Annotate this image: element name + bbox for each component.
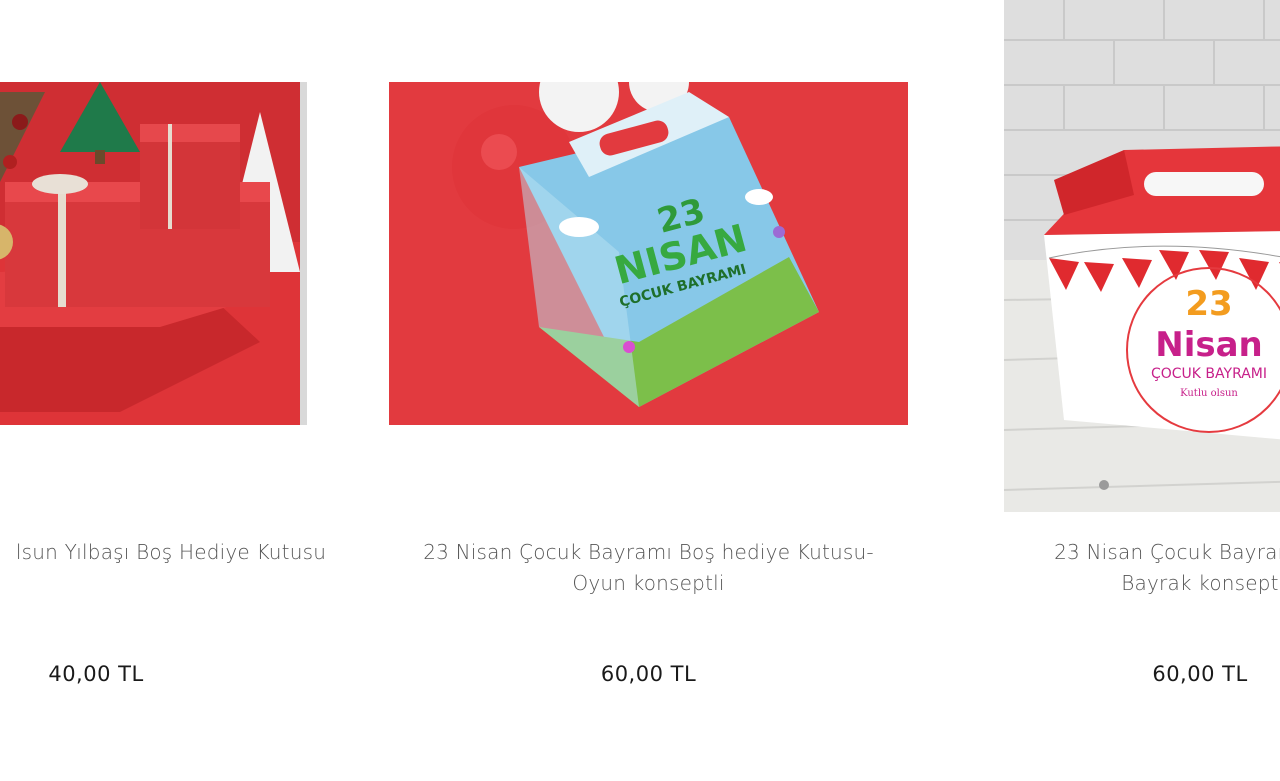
product-image[interactable]: [0, 82, 307, 425]
product-grid: lsun Yılbaşı Boş Hediye Kutusu 40,00 TL: [0, 0, 1280, 781]
box-sub-text: ÇOCUK BAYRAMI: [1151, 366, 1267, 382]
product-title-line[interactable]: 23 Nisan Çocuk Bayramı Boş hediye Kutusu…: [379, 537, 918, 568]
product-title-line[interactable]: Bayrak konsept: [930, 568, 1280, 599]
product-title[interactable]: 23 Nisan Çocuk Bayramı Boş hediye Kutusu…: [379, 537, 918, 599]
box-word-text: Nisan: [1155, 325, 1263, 365]
product-title-line[interactable]: Oyun konseptli: [379, 568, 918, 599]
box-number-text: 23: [1185, 284, 1232, 324]
23-nisan-game-box-image: 23 NISAN ÇOCUK BAYRAMI: [389, 82, 908, 425]
product-title-line[interactable]: lsun Yılbaşı Boş Hediye Kutusu: [0, 537, 392, 568]
product-title[interactable]: lsun Yılbaşı Boş Hediye Kutusu: [0, 537, 392, 568]
christmas-gift-boxes-image: [0, 82, 307, 425]
product-price: 40,00 TL: [48, 662, 144, 686]
product-price: 60,00 TL: [600, 662, 697, 686]
product-price: 60,00 TL: [1152, 662, 1248, 686]
product-title-line[interactable]: 23 Nisan Çocuk Bayramı Boş: [930, 537, 1280, 568]
product-image[interactable]: 23 NISAN ÇOCUK BAYRAMI: [389, 82, 908, 425]
product-title[interactable]: 23 Nisan Çocuk Bayramı Boş Bayrak konsep…: [930, 537, 1280, 599]
product-image[interactable]: 23 Nisan ÇOCUK BAYRAMI Kutlu olsun: [1004, 0, 1280, 512]
23-nisan-flag-box-image: 23 Nisan ÇOCUK BAYRAMI Kutlu olsun: [1004, 0, 1280, 512]
box-sub2-text: Kutlu olsun: [1180, 388, 1238, 399]
